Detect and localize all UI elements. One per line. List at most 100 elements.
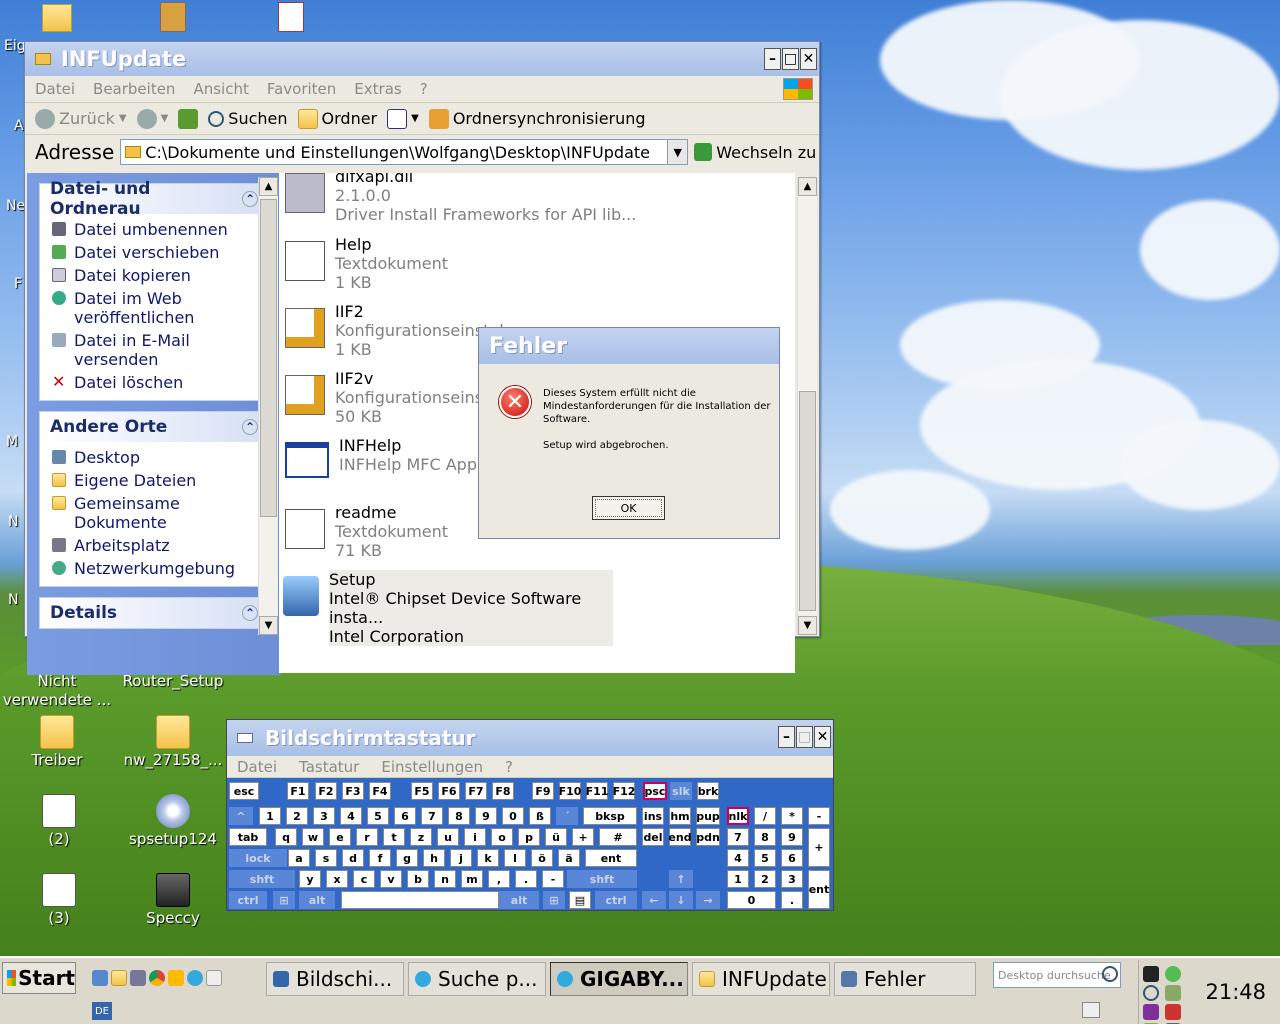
folders-button[interactable]: Ordner [297,108,377,129]
menu-bearbeiten[interactable]: Bearbeiten [93,80,175,98]
desktop-icon-speccy[interactable]: Speccy [118,873,228,928]
folder-icon[interactable] [42,4,72,32]
key-space[interactable] [341,891,499,909]
key-pdn[interactable]: pdn [696,828,720,846]
maximize-button[interactable]: □ [796,726,813,748]
key-nlk[interactable]: nlk [727,807,749,825]
key-3[interactable]: 3 [313,807,335,825]
key-ö[interactable]: ö [531,849,553,867]
key-n[interactable]: n [434,870,456,888]
scroll-down-arrow[interactable]: ▼ [259,616,278,635]
key-F12[interactable]: F12 [613,782,635,800]
key-2[interactable]: 2 [754,870,776,888]
key-F7[interactable]: F7 [465,782,487,800]
scroll-down-arrow[interactable]: ▼ [798,616,817,635]
key-1[interactable]: 1 [259,807,281,825]
task-publish[interactable]: Datei im Web veröffentlichen [52,287,258,329]
key-F2[interactable]: F2 [315,782,337,800]
key-⊞[interactable]: ⊞ [273,891,295,909]
go-button[interactable]: Wechseln zu [694,143,816,162]
key-6[interactable]: 6 [394,807,416,825]
task-button-fehler[interactable]: Fehler [834,962,976,996]
key-u[interactable]: u [437,828,459,846]
key-/[interactable]: / [754,807,776,825]
key-end[interactable]: end [668,828,692,846]
scroll-up-arrow[interactable]: ▲ [798,177,817,196]
key-pup[interactable]: pup [696,807,720,825]
menu-help[interactable]: ? [420,80,428,98]
task-button-suche[interactable]: Suche p... [408,962,546,996]
key-m[interactable]: m [461,870,483,888]
task-button-bildschirmtastatur[interactable]: Bildschi... [266,962,404,996]
maximize-button[interactable]: □ [782,48,799,70]
key-g[interactable]: g [396,849,418,867]
key-x[interactable]: x [326,870,348,888]
key-o[interactable]: o [491,828,513,846]
key-ent[interactable]: ent [585,849,637,867]
key-.[interactable]: . [515,870,537,888]
key-,[interactable]: , [488,870,510,888]
device-icon[interactable] [130,970,146,986]
key-*[interactable]: * [781,807,803,825]
forward-button[interactable]: ▼ [136,108,168,129]
key-ctrl[interactable]: ctrl [229,891,267,909]
package-icon[interactable] [160,2,186,32]
key-5[interactable]: 5 [754,849,776,867]
key-h[interactable]: h [423,849,445,867]
key-8[interactable]: 8 [448,807,470,825]
key-f[interactable]: f [369,849,391,867]
key-psc[interactable]: psc [643,782,667,800]
ie-icon[interactable] [187,970,203,986]
file-item[interactable]: difxapi.dll 2.1.0.0 Driver Install Framewo… [285,173,636,224]
desktop-icon-spsetup124[interactable]: spsetup124 [118,794,228,849]
tray-app-icon[interactable] [1165,966,1181,982]
key-F6[interactable]: F6 [438,782,460,800]
key-z[interactable]: z [410,828,432,846]
key-e[interactable]: e [329,828,351,846]
osk-titlebar[interactable]: Bildschirmtastatur – □ ✕ [227,720,833,756]
menu-tastatur[interactable]: Tastatur [299,758,359,776]
key-alt[interactable]: alt [499,891,539,909]
key-d[interactable]: d [342,849,364,867]
task-rename[interactable]: Datei umbenennen [52,218,258,241]
back-button[interactable]: Zurück ▼ [35,108,127,129]
key-3[interactable]: 3 [781,870,803,888]
scroll-thumb[interactable] [260,199,277,517]
desktop-icon-2[interactable]: (2) [4,794,114,849]
key-6[interactable]: 6 [781,849,803,867]
key-ins[interactable]: ins [642,807,664,825]
key-shft[interactable]: shft [567,870,637,888]
key--[interactable]: - [542,870,564,888]
collapse-icon[interactable]: ⌃ [242,419,258,435]
start-button[interactable]: Start [2,962,76,994]
onenote-icon[interactable] [1143,1004,1159,1020]
key-0[interactable]: 0 [502,807,524,825]
key-F11[interactable]: F11 [586,782,608,800]
key-7[interactable]: 7 [421,807,443,825]
key-F3[interactable]: F3 [342,782,364,800]
task-pane-scrollbar[interactable]: ▲ ▼ [258,177,278,635]
task-email[interactable]: Datei in E-Mail versenden [52,329,258,371]
up-folder-icon[interactable] [178,108,199,129]
key-2[interactable]: 2 [286,807,308,825]
key-esc[interactable]: esc [229,782,259,800]
menu-ansicht[interactable]: Ansicht [193,80,248,98]
key-F10[interactable]: F10 [559,782,581,800]
panel-header[interactable]: Datei- und Ordnerau ⌃ [40,179,268,219]
panel-header[interactable]: Andere Orte ⌃ [40,412,268,442]
menu-einstellungen[interactable]: Einstellungen [381,758,483,776]
task-move[interactable]: Datei verschieben [52,241,258,264]
file-item[interactable]: readme Textdokument 71 KB [285,503,448,560]
explorer-titlebar[interactable]: INFUpdate – □ ✕ [25,42,819,76]
key-↑[interactable]: ↑ [669,870,693,888]
gmx-icon[interactable] [206,970,222,986]
app-icon[interactable] [168,970,184,986]
key-tab[interactable]: tab [229,828,267,846]
mail-icon[interactable] [1082,1002,1100,1018]
task-delete[interactable]: ✕ Datei löschen [52,371,258,394]
file-item-selected[interactable]: Setup Intel® Chipset Device Software inst… [283,570,613,646]
key--[interactable]: - [808,807,830,825]
key-8[interactable]: 8 [754,828,776,846]
key-9[interactable]: 9 [475,807,497,825]
key-r[interactable]: r [356,828,378,846]
